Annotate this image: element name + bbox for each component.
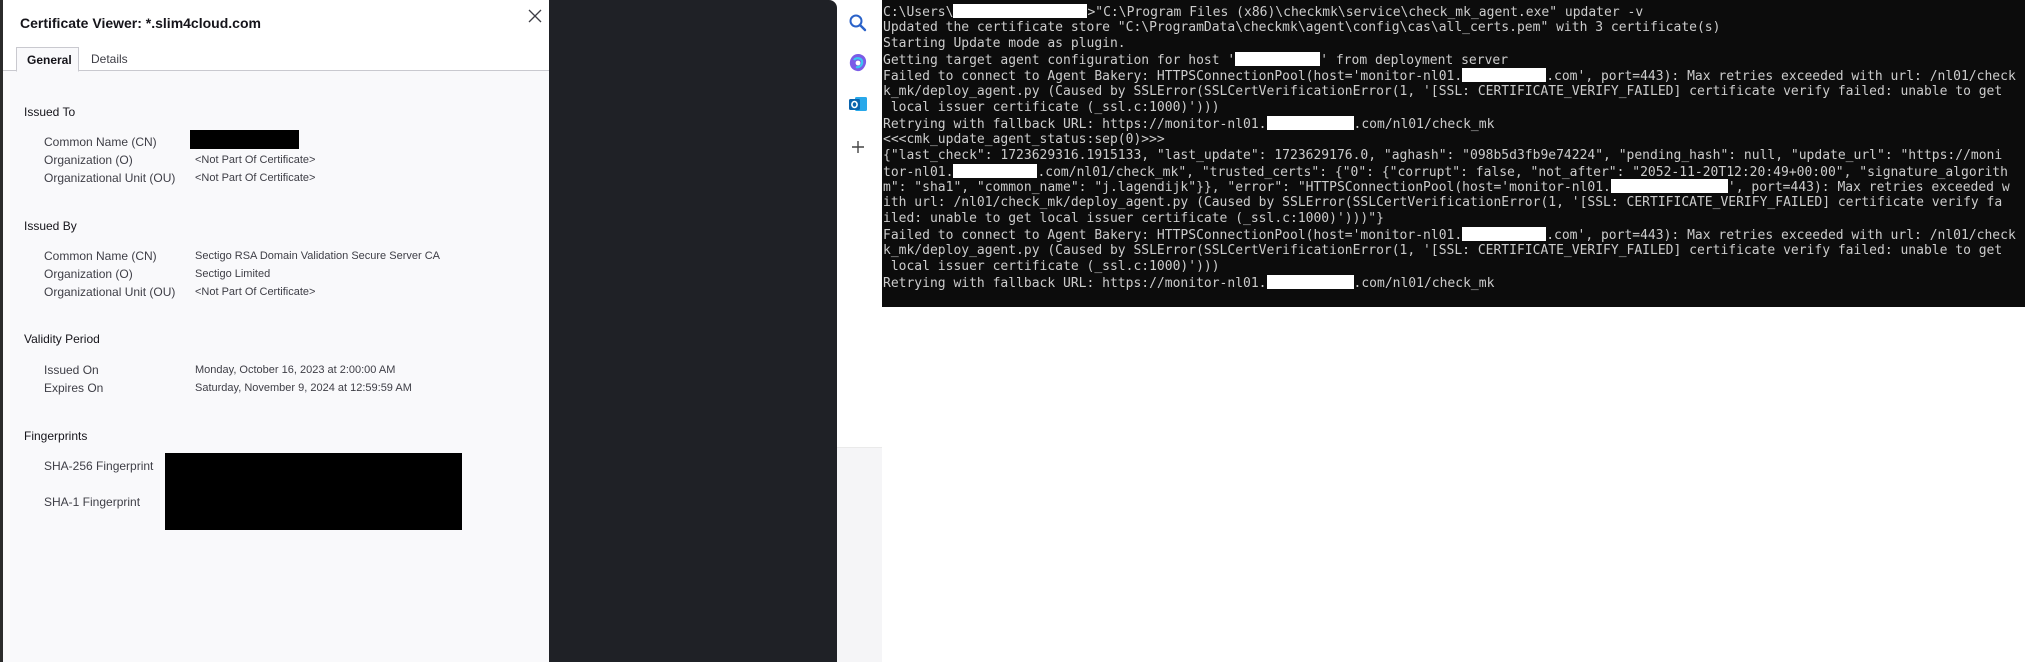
issued-by-o-label: Organization (O) <box>44 267 133 281</box>
terminal-text: Updated the certificate store "C:\Progra… <box>883 19 1721 35</box>
terminal-line: Getting target agent configuration for h… <box>883 51 1509 68</box>
terminal-text: local issuer certificate (_ssl.c:1000)')… <box>883 259 1220 275</box>
redacted-text <box>1266 115 1354 130</box>
terminal-text: Retrying with fallback URL: https://moni… <box>883 276 1267 292</box>
expires-on-value: Saturday, November 9, 2024 at 12:59:59 A… <box>195 382 412 394</box>
issued-by-ou-label: Organizational Unit (OU) <box>44 285 176 299</box>
terminal-text: ', port=443): Max retries exceeded w <box>1727 180 2010 196</box>
issued-by-title: Issued By <box>24 219 77 233</box>
terminal-text: C:\Users\ <box>883 5 954 20</box>
terminal-text: m": "sha1", "common_name": "j.lagendijk"… <box>883 180 1611 196</box>
issued-to-title: Issued To <box>24 105 76 119</box>
issued-to-ou-label: Organizational Unit (OU) <box>44 171 176 185</box>
plus-icon[interactable] <box>846 135 870 159</box>
redacted-text <box>953 4 1088 18</box>
issued-on-label: Issued On <box>44 363 99 377</box>
terminal-line: k_mk/deploy_agent.py (Caused by SSLError… <box>883 84 2002 100</box>
close-icon <box>528 9 542 23</box>
terminal-line: tor-nl01. .com/nl01/check_mk", "trusted_c… <box>883 163 2008 180</box>
terminal-line: C:\Users\ >"C:\Program Files (x86)\checkm… <box>883 4 1643 20</box>
issued-on-value: Monday, October 16, 2023 at 2:00:00 AM <box>195 364 396 376</box>
outlook-icon[interactable] <box>846 92 870 116</box>
terminal-text: .com/nl01/check_mk <box>1353 276 1495 292</box>
issued-by-o-value: Sectigo Limited <box>195 268 271 280</box>
terminal-line: local issuer certificate (_ssl.c:1000)')… <box>883 100 1220 116</box>
terminal-text: ith url: /nl01/check_mk/deploy_agent.py … <box>883 195 2003 211</box>
terminal-text: Getting target agent configuration for h… <box>883 52 1236 68</box>
terminal-line: iled: unable to get local issuer certifi… <box>883 211 1384 227</box>
terminal-line: Retrying with fallback URL: https://moni… <box>883 115 1495 132</box>
tab-general[interactable]: General <box>16 47 79 72</box>
sha1-label: SHA-1 Fingerprint <box>44 495 141 509</box>
redacted-text <box>1610 179 1728 194</box>
terminal-window[interactable]: C:\Users\ >"C:\Program Files (x86)\checkm… <box>882 0 2025 307</box>
terminal-text: tor-nl01. <box>883 164 954 180</box>
expires-on-label: Expires On <box>44 381 104 395</box>
terminal-line: <<<cmk_update_agent_status:sep(0)>>> <box>883 132 1165 148</box>
redacted-text <box>1266 275 1354 290</box>
certificate-viewer: Certificate Viewer: *.slim4cloud.com Gen… <box>0 0 549 662</box>
terminal-text: ' from deployment server <box>1320 52 1509 68</box>
terminal-line: Failed to connect to Agent Bakery: HTTPS… <box>883 67 2016 84</box>
terminal-text: Retrying with fallback URL: https://moni… <box>883 116 1267 132</box>
terminal-line: Updated the certificate store "C:\Progra… <box>883 20 1720 36</box>
terminal-line: k_mk/deploy_agent.py (Caused by SSLError… <box>883 243 2002 259</box>
terminal-text: iled: unable to get local issuer certifi… <box>883 211 1384 227</box>
terminal-text: .com', port=443): Max retries exceeded w… <box>1546 228 2016 244</box>
tab-strip: General Details <box>3 44 549 72</box>
issued-by-ou-value: <Not Part Of Certificate> <box>195 286 316 298</box>
close-button[interactable] <box>523 4 547 28</box>
terminal-text: >"C:\Program Files (x86)\checkmk\service… <box>1087 5 1644 20</box>
redacted-text <box>1462 227 1547 242</box>
terminal-line: Retrying with fallback URL: https://moni… <box>883 275 1494 291</box>
terminal-line: ith url: /nl01/check_mk/deploy_agent.py … <box>883 195 2002 211</box>
issued-to-cn-label: Common Name (CN) <box>44 135 157 149</box>
terminal-line: m": "sha1", "common_name": "j.lagendijk"… <box>883 179 2010 195</box>
issued-to-ou-value: <Not Part Of Certificate> <box>195 172 316 184</box>
redacted-block <box>165 453 462 530</box>
validity-title: Validity Period <box>24 332 100 346</box>
terminal-text: .com/nl01/check_mk <box>1353 116 1495 132</box>
terminal-text: Starting Update mode as plugin. <box>883 35 1126 51</box>
redacted-text <box>1462 67 1547 82</box>
cert-title: Certificate Viewer: *.slim4cloud.com <box>20 15 261 31</box>
terminal-line: Starting Update mode as plugin. <box>883 36 1126 52</box>
copilot-icon[interactable] <box>846 51 870 75</box>
redacted-block <box>190 130 299 149</box>
tab-details[interactable]: Details <box>81 47 138 72</box>
redacted-text <box>953 163 1038 178</box>
fingerprints-title: Fingerprints <box>24 429 88 443</box>
issued-by-cn-label: Common Name (CN) <box>44 249 157 263</box>
terminal-text: Failed to connect to Agent Bakery: HTTPS… <box>883 68 1463 84</box>
issued-to-o-value: <Not Part Of Certificate> <box>195 154 316 166</box>
sha256-label: SHA-256 Fingerprint <box>44 459 154 473</box>
terminal-text: {"last_check": 1723629316.1915133, "last… <box>883 147 2003 163</box>
terminal-text: k_mk/deploy_agent.py (Caused by SSLError… <box>883 243 2003 259</box>
terminal-text: <<<cmk_update_agent_status:sep(0)>>> <box>883 131 1165 147</box>
terminal-text: k_mk/deploy_agent.py (Caused by SSLError… <box>883 83 2003 99</box>
terminal-text: .com', port=443): Max retries exceeded w… <box>1546 68 2016 84</box>
search-icon[interactable] <box>846 11 870 35</box>
issued-by-cn-value: Sectigo RSA Domain Validation Secure Ser… <box>195 250 440 262</box>
issued-to-o-label: Organization (O) <box>44 153 133 167</box>
terminal-text: Failed to connect to Agent Bakery: HTTPS… <box>883 228 1463 244</box>
terminal-text: .com/nl01/check_mk", "trusted_certs": {"… <box>1037 164 2008 180</box>
cert-titlebar: Certificate Viewer: *.slim4cloud.com <box>3 0 549 44</box>
terminal-line: Failed to connect to Agent Bakery: HTTPS… <box>883 227 2016 243</box>
terminal-text: local issuer certificate (_ssl.c:1000)')… <box>883 99 1220 115</box>
terminal-line: local issuer certificate (_ssl.c:1000)')… <box>883 259 1220 275</box>
redacted-text <box>1235 51 1321 66</box>
browser-content-area <box>549 0 837 662</box>
rail-lower-area <box>837 448 882 662</box>
terminal-line: {"last_check": 1723629316.1915133, "last… <box>883 148 2002 164</box>
